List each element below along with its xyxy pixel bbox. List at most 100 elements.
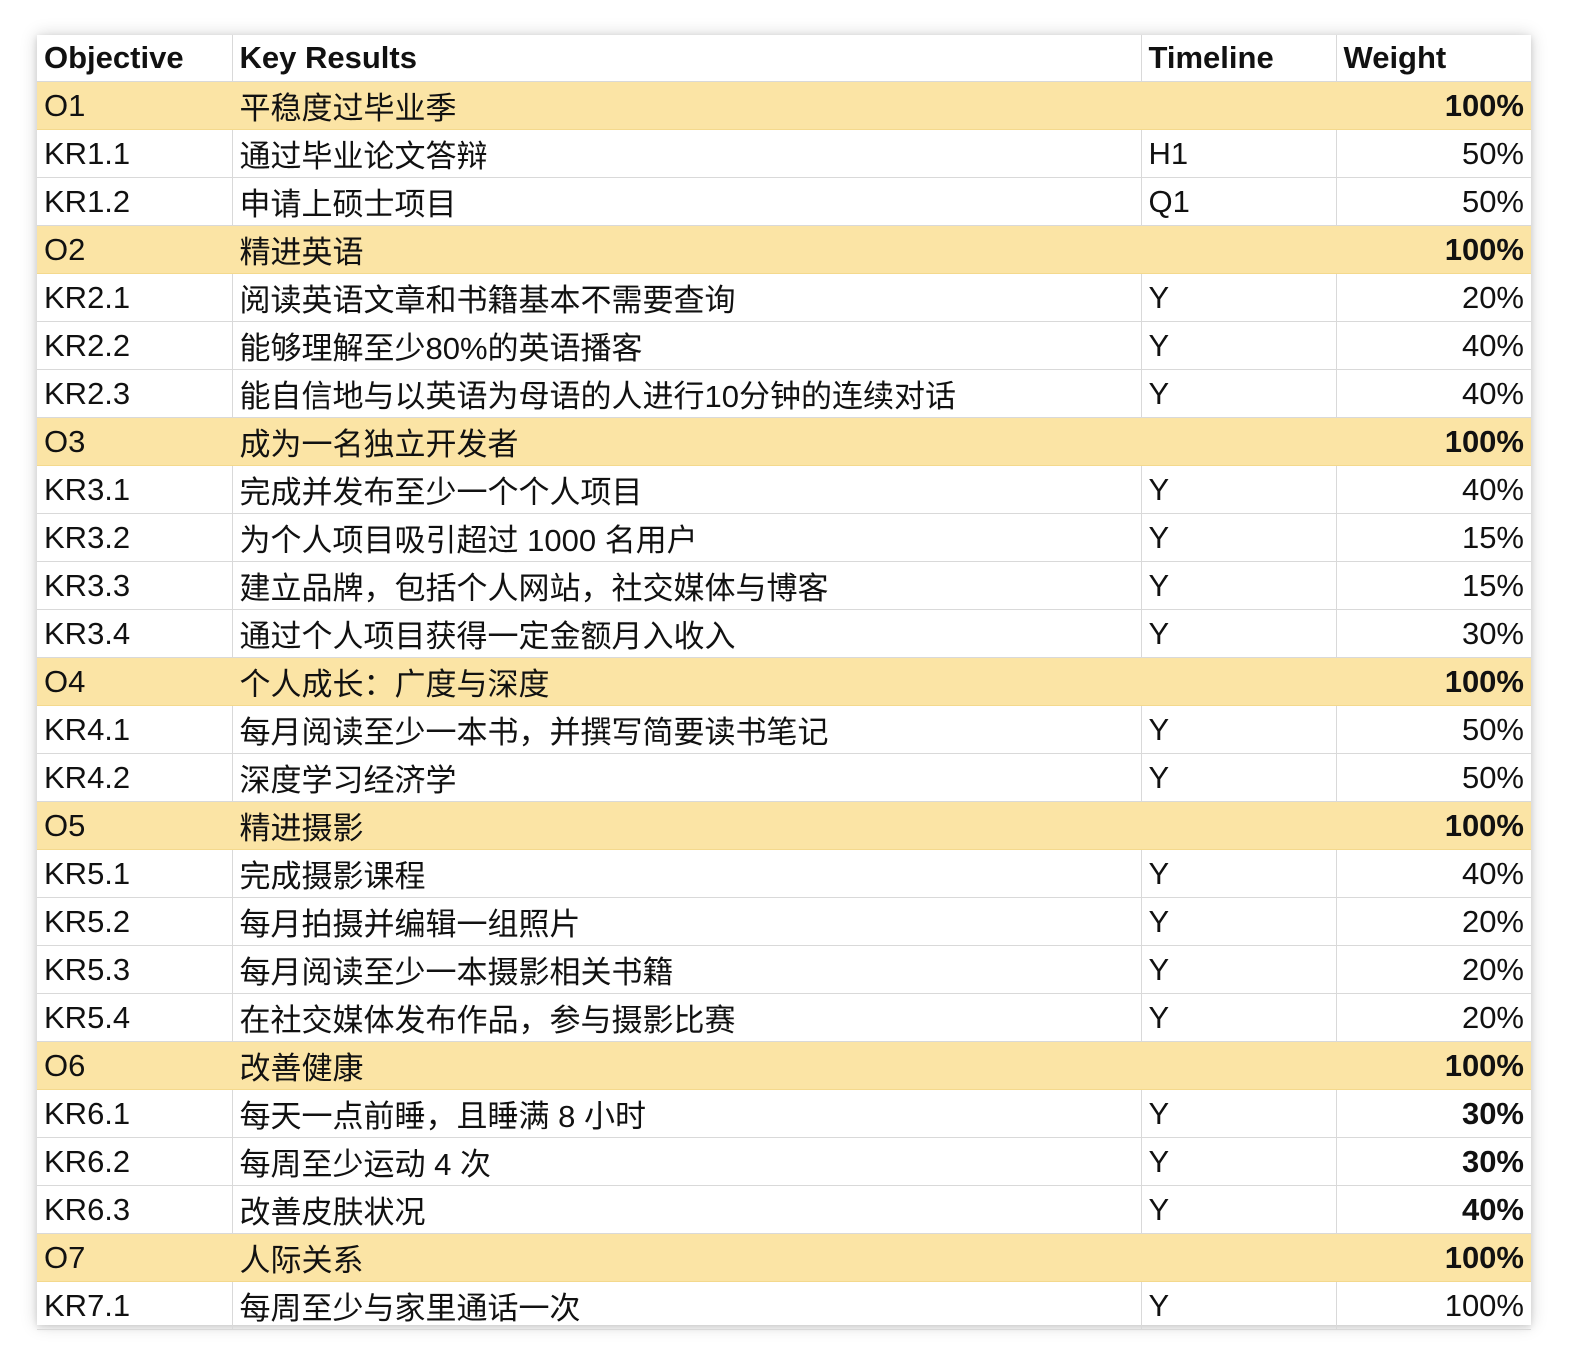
cell-text[interactable]: 改善皮肤状况: [231, 1185, 1142, 1234]
cell-weight[interactable]: 20%: [1335, 945, 1531, 994]
cell-weight[interactable]: 100%: [1335, 1233, 1531, 1282]
cell-timeline[interactable]: [1140, 801, 1337, 850]
cell-timeline[interactable]: Y: [1140, 1281, 1337, 1330]
cell-weight[interactable]: 20%: [1335, 993, 1531, 1042]
cell-timeline[interactable]: [1140, 1233, 1337, 1282]
cell-weight[interactable]: 50%: [1335, 177, 1531, 226]
cell-id[interactable]: KR4.1: [37, 705, 233, 754]
cell-weight[interactable]: 50%: [1335, 129, 1531, 178]
cell-timeline[interactable]: Y: [1140, 465, 1337, 514]
cell-timeline[interactable]: Y: [1140, 753, 1337, 802]
header-timeline[interactable]: Timeline: [1140, 35, 1337, 82]
cell-id[interactable]: O2: [37, 225, 233, 274]
cell-id[interactable]: O4: [37, 657, 233, 706]
cell-id[interactable]: KR5.2: [37, 897, 233, 946]
cell-id[interactable]: KR7.1: [37, 1281, 233, 1330]
header-weight[interactable]: Weight: [1335, 35, 1531, 82]
cell-timeline[interactable]: Y: [1140, 561, 1337, 610]
cell-timeline[interactable]: Y: [1140, 1089, 1337, 1138]
cell-timeline[interactable]: [1140, 657, 1337, 706]
cell-weight[interactable]: 15%: [1335, 513, 1531, 562]
cell-text[interactable]: 成为一名独立开发者: [231, 417, 1142, 466]
cell-text[interactable]: 建立品牌，包括个人网站，社交媒体与博客: [231, 561, 1142, 610]
cell-timeline[interactable]: Y: [1140, 369, 1337, 418]
cell-id[interactable]: O3: [37, 417, 233, 466]
cell-id[interactable]: KR5.4: [37, 993, 233, 1042]
cell-weight[interactable]: 30%: [1335, 1089, 1531, 1138]
cell-text[interactable]: 能够理解至少80%的英语播客: [231, 321, 1142, 370]
cell-id[interactable]: KR3.3: [37, 561, 233, 610]
cell-text[interactable]: 通过个人项目获得一定金额月入收入: [231, 609, 1142, 658]
cell-text[interactable]: 完成摄影课程: [231, 849, 1142, 898]
cell-id[interactable]: KR6.3: [37, 1185, 233, 1234]
cell-weight[interactable]: 100%: [1335, 81, 1531, 130]
cell-weight[interactable]: 100%: [1335, 801, 1531, 850]
cell-text[interactable]: 完成并发布至少一个个人项目: [231, 465, 1142, 514]
cell-text[interactable]: 每月阅读至少一本书，并撰写简要读书笔记: [231, 705, 1142, 754]
cell-id[interactable]: KR1.2: [37, 177, 233, 226]
cell-timeline[interactable]: Y: [1140, 609, 1337, 658]
cell-timeline[interactable]: Y: [1140, 945, 1337, 994]
cell-weight[interactable]: 100%: [1335, 657, 1531, 706]
cell-weight[interactable]: 15%: [1335, 561, 1531, 610]
cell-text[interactable]: 精进英语: [231, 225, 1142, 274]
cell-text[interactable]: 每月阅读至少一本摄影相关书籍: [231, 945, 1142, 994]
cell-id[interactable]: KR6.1: [37, 1089, 233, 1138]
cell-id[interactable]: KR5.1: [37, 849, 233, 898]
cell-text[interactable]: 改善健康: [231, 1041, 1142, 1090]
cell-text[interactable]: 人际关系: [231, 1233, 1142, 1282]
cell-weight[interactable]: 20%: [1335, 273, 1531, 322]
cell-weight[interactable]: 100%: [1335, 225, 1531, 274]
cell-timeline[interactable]: Q1: [1140, 177, 1337, 226]
cell-text[interactable]: 平稳度过毕业季: [231, 81, 1142, 130]
cell-timeline[interactable]: Y: [1140, 513, 1337, 562]
cell-timeline[interactable]: Y: [1140, 849, 1337, 898]
cell-id[interactable]: KR4.2: [37, 753, 233, 802]
cell-text[interactable]: 通过毕业论文答辩: [231, 129, 1142, 178]
cell-text[interactable]: 每周至少与家里通话一次: [231, 1281, 1142, 1330]
cell-timeline[interactable]: Y: [1140, 273, 1337, 322]
cell-timeline[interactable]: Y: [1140, 1185, 1337, 1234]
cell-weight[interactable]: 40%: [1335, 321, 1531, 370]
cell-text[interactable]: 每周至少运动 4 次: [231, 1137, 1142, 1186]
cell-text[interactable]: 能自信地与以英语为母语的人进行10分钟的连续对话: [231, 369, 1142, 418]
cell-id[interactable]: O5: [37, 801, 233, 850]
cell-text[interactable]: 阅读英语文章和书籍基本不需要查询: [231, 273, 1142, 322]
cell-id[interactable]: KR2.2: [37, 321, 233, 370]
cell-weight[interactable]: 40%: [1335, 1185, 1531, 1234]
cell-timeline[interactable]: Y: [1140, 1137, 1337, 1186]
cell-id[interactable]: KR6.2: [37, 1137, 233, 1186]
cell-weight[interactable]: 40%: [1335, 465, 1531, 514]
cell-timeline[interactable]: [1140, 81, 1337, 130]
cell-text[interactable]: 在社交媒体发布作品，参与摄影比赛: [231, 993, 1142, 1042]
cell-timeline[interactable]: [1140, 225, 1337, 274]
cell-id[interactable]: KR3.4: [37, 609, 233, 658]
cell-timeline[interactable]: H1: [1140, 129, 1337, 178]
cell-id[interactable]: KR3.2: [37, 513, 233, 562]
cell-id[interactable]: KR2.3: [37, 369, 233, 418]
cell-id[interactable]: KR2.1: [37, 273, 233, 322]
cell-text[interactable]: 申请上硕士项目: [231, 177, 1142, 226]
cell-id[interactable]: KR1.1: [37, 129, 233, 178]
cell-timeline[interactable]: Y: [1140, 993, 1337, 1042]
cell-id[interactable]: O6: [37, 1041, 233, 1090]
cell-text[interactable]: 深度学习经济学: [231, 753, 1142, 802]
cell-weight[interactable]: 40%: [1335, 849, 1531, 898]
header-key-results[interactable]: Key Results: [231, 35, 1142, 82]
cell-text[interactable]: 每天一点前睡，且睡满 8 小时: [231, 1089, 1142, 1138]
cell-timeline[interactable]: Y: [1140, 705, 1337, 754]
cell-text[interactable]: 为个人项目吸引超过 1000 名用户: [231, 513, 1142, 562]
cell-weight[interactable]: 50%: [1335, 753, 1531, 802]
header-objective[interactable]: Objective: [37, 35, 233, 82]
cell-weight[interactable]: 20%: [1335, 897, 1531, 946]
cell-id[interactable]: KR5.3: [37, 945, 233, 994]
cell-timeline[interactable]: Y: [1140, 897, 1337, 946]
cell-weight[interactable]: 30%: [1335, 609, 1531, 658]
cell-text[interactable]: 个人成长：广度与深度: [231, 657, 1142, 706]
cell-text[interactable]: 精进摄影: [231, 801, 1142, 850]
cell-weight[interactable]: 50%: [1335, 705, 1531, 754]
cell-timeline[interactable]: [1140, 417, 1337, 466]
cell-weight[interactable]: 100%: [1335, 417, 1531, 466]
cell-weight[interactable]: 100%: [1335, 1041, 1531, 1090]
cell-weight[interactable]: 100%: [1335, 1281, 1531, 1330]
